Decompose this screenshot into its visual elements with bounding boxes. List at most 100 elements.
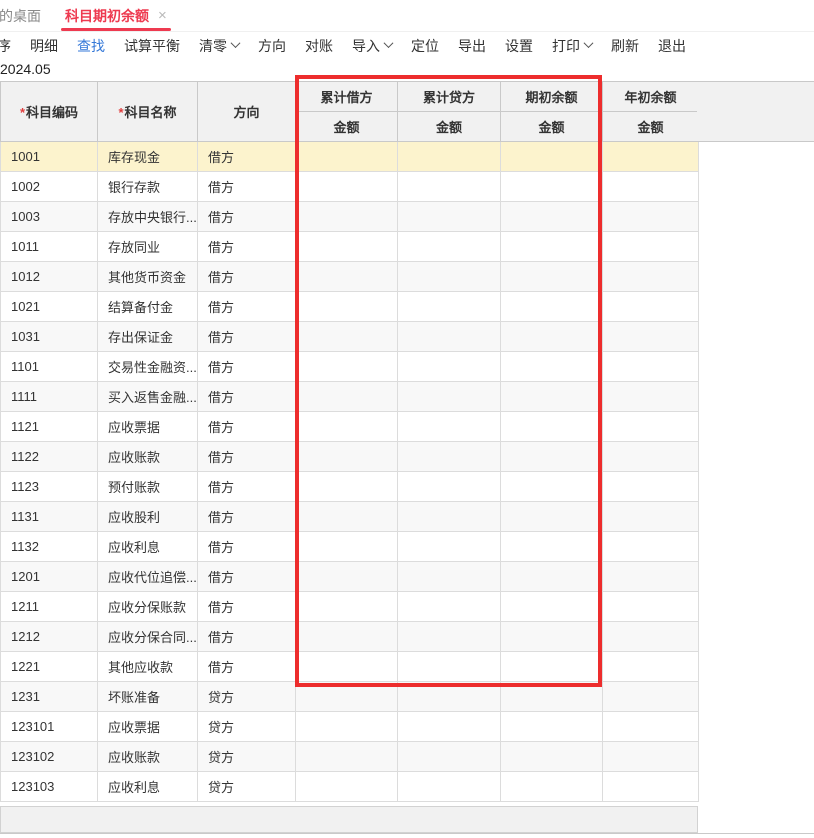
year-begin-balance-cell[interactable]: [603, 322, 699, 352]
code-cell[interactable]: 1011: [1, 232, 98, 262]
code-cell[interactable]: 1221: [1, 652, 98, 682]
opening-balance-cell[interactable]: [501, 502, 603, 532]
table-row[interactable]: 1123预付账款借方: [1, 472, 699, 502]
name-cell[interactable]: 应收分保合同...: [98, 622, 198, 652]
opening-balance-cell[interactable]: [501, 382, 603, 412]
tab-opening-balance[interactable]: 科目期初余额 ×: [61, 0, 171, 31]
year-begin-balance-cell[interactable]: [603, 772, 699, 802]
opening-balance-cell[interactable]: [501, 202, 603, 232]
year-begin-balance-cell[interactable]: [603, 262, 699, 292]
cumulative-credit-cell[interactable]: [398, 772, 501, 802]
cumulative-debit-cell[interactable]: [296, 412, 398, 442]
table-row[interactable]: 1121应收票据借方: [1, 412, 699, 442]
direction-cell[interactable]: 借方: [198, 592, 296, 622]
name-cell[interactable]: 应收票据: [98, 712, 198, 742]
horizontal-scrollbar-track[interactable]: [0, 806, 698, 833]
name-cell[interactable]: 买入返售金融...: [98, 382, 198, 412]
year-begin-balance-cell[interactable]: [603, 232, 699, 262]
opening-balance-cell[interactable]: [501, 682, 603, 712]
direction-cell[interactable]: 借方: [198, 142, 296, 172]
opening-balance-cell[interactable]: [501, 442, 603, 472]
opening-balance-cell[interactable]: [501, 232, 603, 262]
tab-my-desktop[interactable]: 我的桌面: [0, 6, 41, 26]
opening-balance-cell[interactable]: [501, 742, 603, 772]
name-cell[interactable]: 应收账款: [98, 442, 198, 472]
code-cell[interactable]: 1212: [1, 622, 98, 652]
direction-cell[interactable]: 借方: [198, 382, 296, 412]
cumulative-credit-cell[interactable]: [398, 382, 501, 412]
code-cell[interactable]: 1211: [1, 592, 98, 622]
code-cell[interactable]: 1021: [1, 292, 98, 322]
cumulative-debit-cell[interactable]: [296, 682, 398, 712]
opening-balance-cell[interactable]: [501, 412, 603, 442]
direction-cell[interactable]: 借方: [198, 532, 296, 562]
opening-balance-cell[interactable]: [501, 172, 603, 202]
direction-cell[interactable]: 贷方: [198, 742, 296, 772]
toolbar-item-clear-zero[interactable]: 清零: [199, 36, 239, 56]
direction-cell[interactable]: 借方: [198, 502, 296, 532]
cumulative-credit-cell[interactable]: [398, 412, 501, 442]
name-cell[interactable]: 预付账款: [98, 472, 198, 502]
direction-cell[interactable]: 借方: [198, 292, 296, 322]
year-begin-balance-cell[interactable]: [603, 532, 699, 562]
year-begin-balance-cell[interactable]: [603, 142, 699, 172]
cumulative-credit-cell[interactable]: [398, 172, 501, 202]
opening-balance-cell[interactable]: [501, 292, 603, 322]
cumulative-debit-cell[interactable]: [296, 232, 398, 262]
cumulative-debit-cell[interactable]: [296, 382, 398, 412]
direction-cell[interactable]: 借方: [198, 262, 296, 292]
table-row[interactable]: 1021结算备付金借方: [1, 292, 699, 322]
direction-cell[interactable]: 借方: [198, 232, 296, 262]
code-cell[interactable]: 123103: [1, 772, 98, 802]
table-row[interactable]: 1101交易性金融资...借方: [1, 352, 699, 382]
name-cell[interactable]: 坏账准备: [98, 682, 198, 712]
name-cell[interactable]: 结算备付金: [98, 292, 198, 322]
code-cell[interactable]: 1101: [1, 352, 98, 382]
year-begin-balance-cell[interactable]: [603, 472, 699, 502]
direction-cell[interactable]: 借方: [198, 352, 296, 382]
toolbar-item-print[interactable]: 打印: [552, 36, 592, 56]
toolbar-item-export[interactable]: 导出: [458, 36, 486, 56]
code-cell[interactable]: 1111: [1, 382, 98, 412]
cumulative-credit-cell[interactable]: [398, 562, 501, 592]
toolbar-item-trial-balance[interactable]: 试算平衡: [124, 36, 180, 56]
direction-cell[interactable]: 借方: [198, 652, 296, 682]
name-cell[interactable]: 交易性金融资...: [98, 352, 198, 382]
code-cell[interactable]: 1231: [1, 682, 98, 712]
name-cell[interactable]: 其他应收款: [98, 652, 198, 682]
toolbar-item-direction[interactable]: 方向: [258, 36, 286, 56]
close-icon[interactable]: ×: [158, 8, 167, 23]
opening-balance-cell[interactable]: [501, 772, 603, 802]
table-row[interactable]: 1131应收股利借方: [1, 502, 699, 532]
table-row[interactable]: 1122应收账款借方: [1, 442, 699, 472]
cumulative-debit-cell[interactable]: [296, 352, 398, 382]
year-begin-balance-cell[interactable]: [603, 502, 699, 532]
name-cell[interactable]: 应收利息: [98, 532, 198, 562]
direction-cell[interactable]: 贷方: [198, 682, 296, 712]
name-cell[interactable]: 应收代位追偿...: [98, 562, 198, 592]
name-cell[interactable]: 存出保证金: [98, 322, 198, 352]
direction-cell[interactable]: 借方: [198, 472, 296, 502]
cumulative-debit-cell[interactable]: [296, 592, 398, 622]
toolbar-item-exit[interactable]: 退出: [658, 36, 686, 56]
toolbar-item-import[interactable]: 导入: [352, 36, 392, 56]
opening-balance-cell[interactable]: [501, 352, 603, 382]
direction-cell[interactable]: 借方: [198, 322, 296, 352]
name-cell[interactable]: 存放中央银行...: [98, 202, 198, 232]
cumulative-credit-cell[interactable]: [398, 532, 501, 562]
cumulative-credit-cell[interactable]: [398, 472, 501, 502]
table-row[interactable]: 1231坏账准备贷方: [1, 682, 699, 712]
name-cell[interactable]: 应收账款: [98, 742, 198, 772]
direction-cell[interactable]: 借方: [198, 202, 296, 232]
year-begin-balance-cell[interactable]: [603, 562, 699, 592]
direction-cell[interactable]: 借方: [198, 172, 296, 202]
cumulative-credit-cell[interactable]: [398, 442, 501, 472]
cumulative-credit-cell[interactable]: [398, 202, 501, 232]
table-row[interactable]: 1212应收分保合同...借方: [1, 622, 699, 652]
table-row[interactable]: 1221其他应收款借方: [1, 652, 699, 682]
cumulative-credit-cell[interactable]: [398, 502, 501, 532]
direction-cell[interactable]: 贷方: [198, 772, 296, 802]
table-row[interactable]: 123101应收票据贷方: [1, 712, 699, 742]
table-row[interactable]: 1132应收利息借方: [1, 532, 699, 562]
direction-cell[interactable]: 借方: [198, 562, 296, 592]
